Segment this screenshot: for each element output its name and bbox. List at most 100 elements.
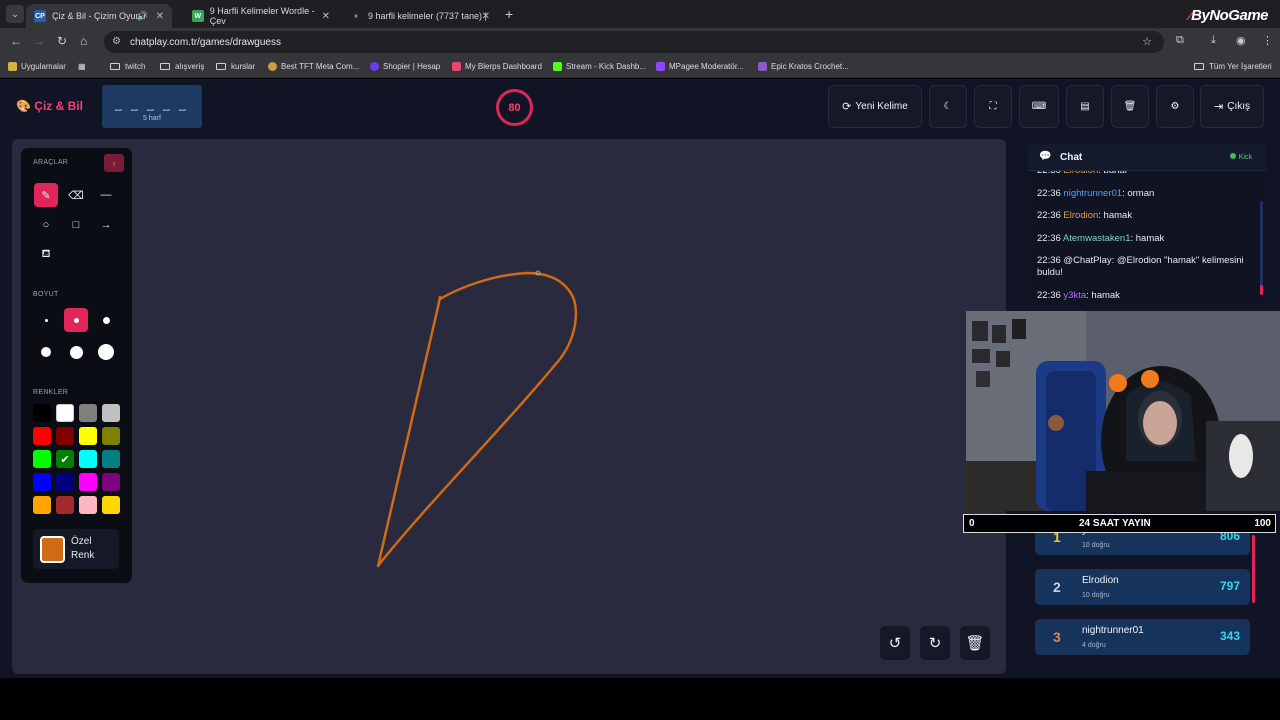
color-swatch[interactable] [56, 473, 74, 491]
message-time: 22:36 [1037, 232, 1061, 244]
color-swatch[interactable] [102, 427, 120, 445]
color-swatch[interactable] [33, 404, 51, 422]
home-icon[interactable]: ⌂ [80, 34, 87, 48]
download-icon[interactable]: ⤓ [1211, 34, 1216, 47]
color-swatch[interactable] [102, 450, 120, 468]
bookmark-kratos[interactable]: Epic Kratos Crochet... [758, 62, 849, 71]
address-bar[interactable]: ⚙ chatplay.com.tr/games/drawguess ☆ [104, 31, 1164, 53]
forward-icon[interactable]: → [33, 34, 45, 48]
profile-icon[interactable]: ◉ [1236, 34, 1246, 47]
circle-tool[interactable]: ○ [34, 213, 58, 237]
expand-icon: ⛶ [989, 101, 997, 112]
undo-button[interactable]: ↺ [880, 626, 910, 660]
exit-button[interactable]: ⇥ Çıkış [1200, 85, 1264, 128]
close-tab-icon[interactable]: ✕ [156, 11, 164, 22]
tab-ciz-bil[interactable]: CP Çiz & Bil - Çizim Oyunu 🔊 ✕ [26, 4, 172, 28]
browser-toolbar: ← → ↻ ⌂ ⚙ chatplay.com.tr/games/drawgues… [0, 28, 1280, 56]
new-word-button[interactable]: ⟳ Yeni Kelime [828, 85, 922, 128]
eraser-icon: ⌫ [68, 189, 84, 202]
bookmark-grid[interactable]: ▦ [78, 62, 86, 71]
color-swatch[interactable] [79, 404, 97, 422]
close-tab-icon[interactable]: ✕ [482, 11, 490, 22]
color-swatch[interactable] [33, 427, 51, 445]
kelimeler-favicon-icon: « [354, 12, 358, 20]
bookmark-shopier[interactable]: Shopier | Hesap [370, 62, 440, 71]
bookmark-blerps[interactable]: My Blerps Dashboard [452, 62, 542, 71]
extensions-icon[interactable]: ⧉ [1176, 34, 1184, 47]
color-swatch[interactable] [56, 404, 74, 422]
color-swatch[interactable] [33, 496, 51, 514]
clear-canvas-button[interactable]: 🗑 [960, 626, 990, 660]
new-tab-button[interactable]: + [505, 6, 513, 22]
kick-icon [553, 62, 562, 71]
message-user[interactable]: y3kta [1063, 290, 1086, 301]
player-name: nightrunner01 [1082, 625, 1144, 636]
all-bookmarks[interactable]: Tüm Yer İşaretleri [1194, 62, 1272, 71]
size-1[interactable] [34, 308, 58, 332]
reload-icon[interactable]: ↻ [57, 34, 67, 48]
dark-mode-button[interactable]: ☾ [929, 85, 967, 128]
tab-wordle[interactable]: W 9 Harfli Kelimeler Wordle - Çev ✕ [184, 4, 338, 28]
eraser-tool[interactable]: ⌫ [64, 183, 88, 207]
delete-button[interactable]: 🗑 [1111, 85, 1149, 128]
archive-button[interactable]: ▤ [1066, 85, 1104, 128]
size-3[interactable] [94, 308, 118, 332]
color-swatch[interactable] [79, 496, 97, 514]
color-swatch[interactable] [56, 427, 74, 445]
bookmark-alisveris[interactable]: alışveriş [160, 62, 204, 71]
rectangle-tool[interactable]: □ [64, 213, 88, 237]
message-user[interactable]: Atemwastaken1 [1063, 233, 1131, 244]
color-swatch[interactable] [102, 496, 120, 514]
size-5[interactable] [64, 340, 88, 364]
chat-scrollbar[interactable] [1260, 201, 1263, 295]
bookmark-kick[interactable]: Stream - Kick Dashb... [553, 62, 646, 71]
menu-icon[interactable]: ⋮ [1262, 34, 1273, 47]
speaker-icon[interactable]: 🔊 [137, 11, 148, 22]
leaderboard-scrollbar[interactable] [1252, 535, 1255, 603]
color-swatch[interactable] [102, 473, 120, 491]
moon-icon: ☾ [943, 101, 953, 112]
tab-kelimeler[interactable]: « 9 harfli kelimeler (7737 tane) | ✕ [342, 4, 498, 28]
bookmark-apps[interactable]: Uygulamalar [8, 62, 66, 71]
player-name: Elrodion [1082, 575, 1119, 586]
color-swatch[interactable] [79, 450, 97, 468]
chat-scroll-thumb[interactable] [1260, 285, 1263, 295]
color-swatch[interactable] [79, 427, 97, 445]
color-swatch[interactable] [102, 404, 120, 422]
bookmark-kurslar[interactable]: kurslar [216, 62, 255, 71]
color-swatch[interactable] [56, 496, 74, 514]
fullscreen-button[interactable]: ⛶ [974, 85, 1012, 128]
color-swatch[interactable] [79, 473, 97, 491]
tab-search-button[interactable]: ⌄ [6, 5, 24, 23]
bookmark-mpagee[interactable]: MPagee Moderatör... [656, 62, 744, 71]
color-swatch[interactable] [33, 473, 51, 491]
line-tool[interactable]: — [94, 183, 118, 207]
message-text: : orman [1122, 187, 1155, 199]
redo-button[interactable]: ↻ [920, 626, 950, 660]
message-user[interactable]: Elrodion [1063, 210, 1098, 221]
collapse-panel-button[interactable]: ‹ [104, 154, 124, 172]
size-6[interactable] [94, 340, 118, 364]
pen-tool[interactable]: ✎ [34, 183, 58, 207]
site-info-icon[interactable]: ⚙ [112, 36, 121, 47]
size-2[interactable] [64, 308, 88, 332]
custom-color-button[interactable]: Özel Renk [33, 529, 119, 569]
logout-icon: ⇥ [1214, 101, 1224, 113]
keyboard-button[interactable]: ⌨ [1019, 85, 1059, 128]
color-swatch[interactable] [33, 450, 51, 468]
message-user[interactable]: @ChatPlay [1063, 255, 1111, 266]
custom-color-swatch[interactable] [40, 536, 65, 563]
arrow-tool[interactable]: → [94, 213, 118, 237]
settings-button[interactable]: ⚙ [1156, 85, 1194, 128]
size-4[interactable] [34, 340, 58, 364]
bookmark-star-icon[interactable]: ☆ [1142, 35, 1152, 48]
bookmark-tft[interactable]: Best TFT Meta Com... [268, 62, 359, 71]
message-user[interactable]: nightrunner01 [1063, 188, 1122, 199]
app-logo[interactable]: 🎨 Çiz & Bil [16, 99, 83, 113]
color-swatch[interactable]: ✔ [56, 450, 74, 468]
bookmark-twitch[interactable]: twitch [110, 62, 145, 71]
message-text: : hamak [1130, 232, 1165, 244]
fill-tool[interactable]: ⛾ [34, 243, 58, 267]
back-icon[interactable]: ← [10, 34, 22, 48]
close-tab-icon[interactable]: ✕ [322, 11, 330, 22]
